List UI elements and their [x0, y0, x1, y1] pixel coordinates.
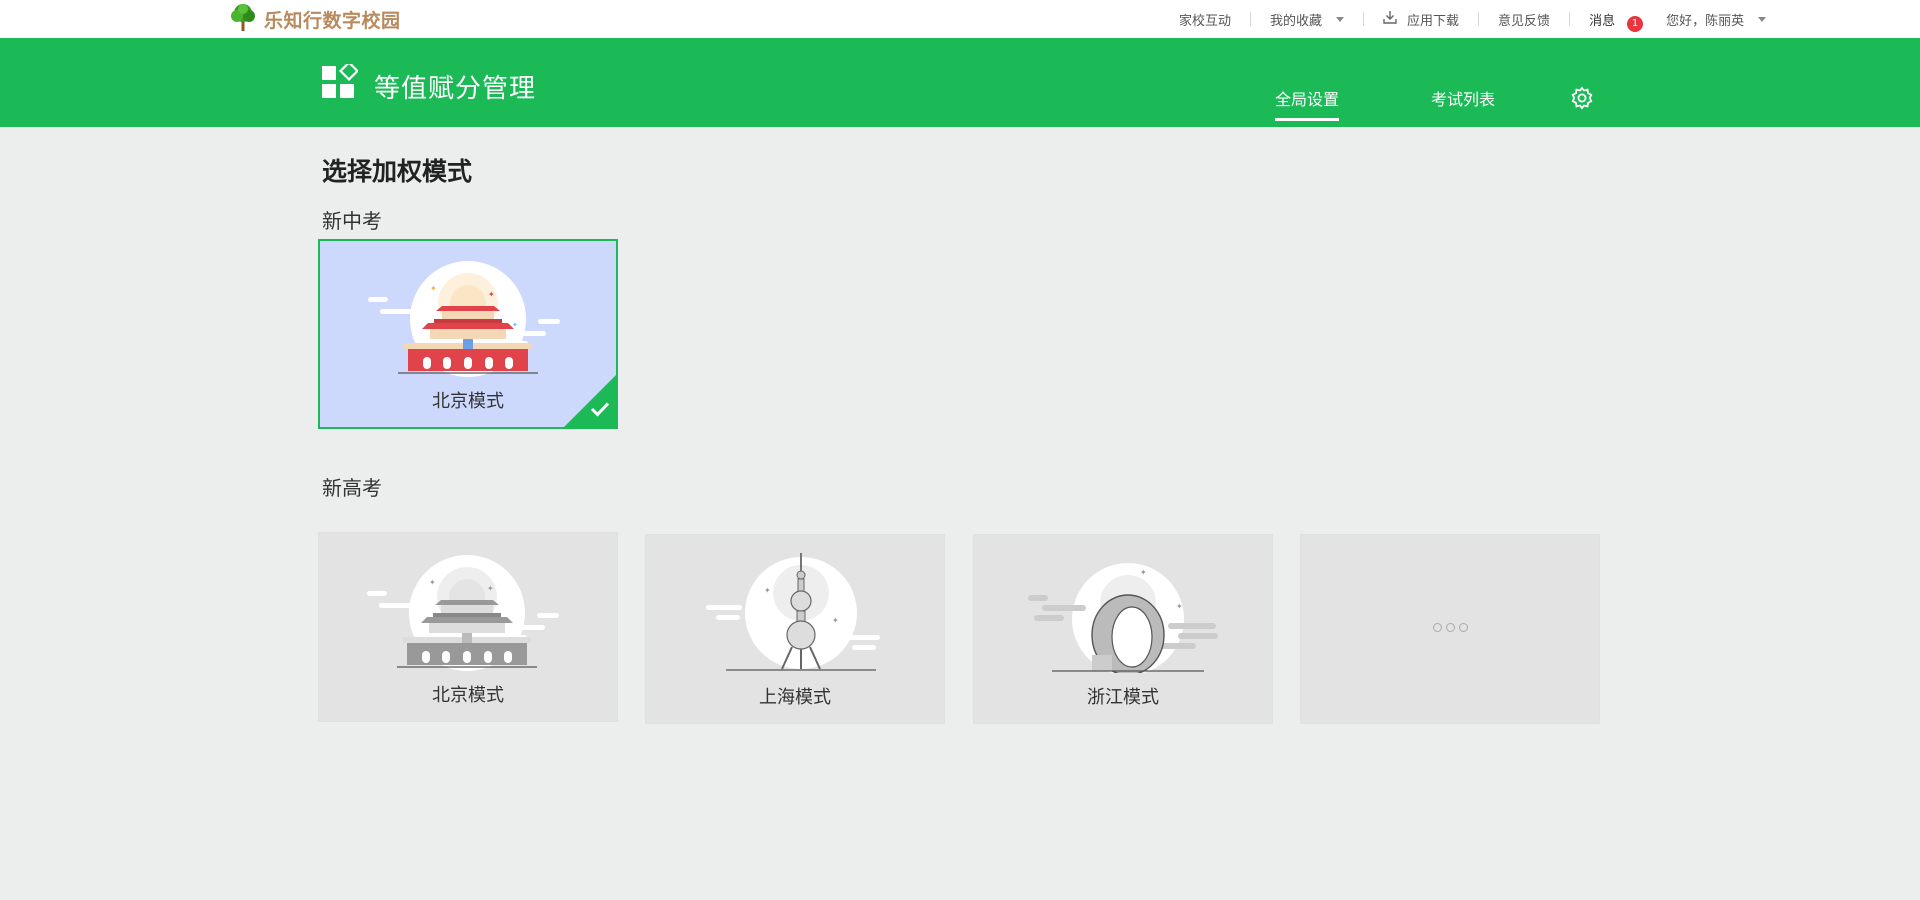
home-school-link[interactable]: 家校互动 — [1160, 10, 1250, 29]
chevron-down-icon — [1758, 16, 1767, 22]
mode-card-label: 浙江模式 — [1087, 687, 1159, 708]
modules-icon — [322, 60, 360, 104]
svg-text:✦: ✦ — [1140, 568, 1147, 577]
dot — [1445, 623, 1455, 632]
messages-label: 消息 — [1589, 13, 1616, 29]
message-count-badge: 1 — [1627, 15, 1644, 32]
download-icon — [1383, 10, 1397, 28]
ring-building-icon: ✦ ✦ — [1028, 563, 1238, 677]
feedback-link[interactable]: 意见反馈 — [1479, 10, 1569, 29]
gear-icon[interactable] — [1570, 86, 1594, 114]
svg-text:✦: ✦ — [512, 321, 518, 329]
svg-text:✦: ✦ — [488, 290, 495, 299]
tiananmen-icon: ✦ ✦ ✦ — [368, 261, 578, 385]
top-nav: 家校互动 我的收藏 应用下载 意见反馈 消息 1 您好，陈丽英 — [1160, 0, 1785, 38]
svg-text:✦: ✦ — [832, 616, 839, 625]
messages-link[interactable]: 消息 1 — [1570, 10, 1647, 32]
more-dots-icon — [1301, 623, 1599, 632]
svg-text:✦: ✦ — [1176, 602, 1183, 611]
svg-text:✦: ✦ — [429, 578, 436, 587]
svg-text:✦: ✦ — [764, 586, 771, 595]
dot — [1458, 623, 1468, 632]
app-title: 等值赋分管理 — [374, 74, 537, 104]
tiananmen-icon: ✦ ✦ — [367, 553, 577, 677]
brand[interactable]: 乐知行数字校园 — [228, 4, 401, 34]
mode-card-label: 北京模式 — [432, 685, 504, 706]
mode-card-more[interactable] — [1300, 534, 1600, 724]
favorites-dropdown[interactable]: 我的收藏 — [1251, 10, 1363, 29]
mode-card-zhejiang[interactable]: ✦ ✦ 浙江模式 — [973, 534, 1273, 724]
user-greeting: 您好，陈丽英 — [1666, 13, 1745, 29]
tab-global-settings[interactable]: 全局设置 — [1275, 86, 1340, 121]
oriental-pearl-tower-icon: ✦ ✦ — [706, 553, 896, 677]
app-download-label: 应用下载 — [1407, 13, 1460, 29]
svg-text:✦: ✦ — [430, 284, 437, 293]
page-title: 选择加权模式 — [322, 157, 473, 186]
svg-text:✦: ✦ — [487, 584, 494, 593]
mode-card-label: 上海模式 — [759, 687, 831, 708]
mode-card-beijing-zhongkao[interactable]: ✦ ✦ ✦ 北京模式 — [318, 239, 618, 429]
mode-card-shanghai[interactable]: ✦ ✦ 上海模式 — [645, 534, 945, 724]
tree-logo-icon — [228, 2, 258, 36]
dot — [1432, 623, 1442, 632]
brand-name: 乐知行数字校园 — [264, 9, 401, 32]
section-title-new-gaokao: 新高考 — [322, 476, 382, 500]
user-menu[interactable]: 您好，陈丽英 — [1647, 10, 1785, 29]
app-header: 等值赋分管理 全局设置 考试列表 — [0, 38, 1920, 127]
mode-card-beijing-gaokao[interactable]: ✦ ✦ 北京模式 — [318, 532, 618, 722]
chevron-down-icon — [1336, 16, 1345, 22]
top-bar: 乐知行数字校园 家校互动 我的收藏 应用下载 意见反馈 消息 1 您好，陈丽英 — [0, 0, 1920, 38]
tab-exam-list[interactable]: 考试列表 — [1431, 86, 1495, 110]
section-title-new-zhongkao: 新中考 — [322, 209, 382, 233]
app-download-link[interactable]: 应用下载 — [1364, 10, 1478, 29]
favorites-label: 我的收藏 — [1270, 13, 1323, 29]
checkmark-icon — [590, 401, 610, 421]
